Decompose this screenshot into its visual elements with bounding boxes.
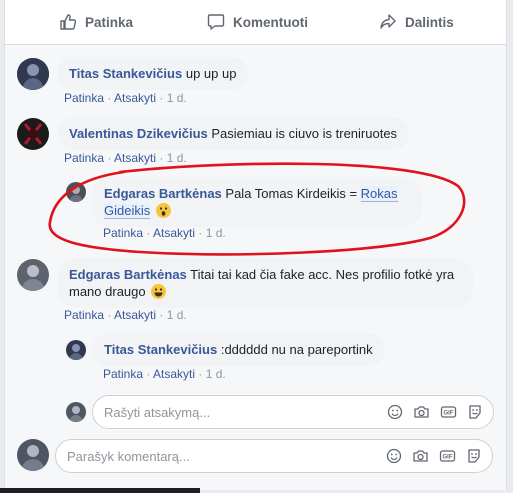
svg-text:GIF: GIF xyxy=(443,455,453,461)
share-icon xyxy=(380,14,396,29)
comment-text: Titai tai kad čia fake acc. Nes profilio… xyxy=(190,267,455,282)
comment-like-link[interactable]: Patinka xyxy=(64,91,104,105)
comment-meta: Patinka · Atsakyti · 1 d. xyxy=(103,367,226,381)
commenter-name[interactable]: Titas Stankevičius xyxy=(69,66,182,81)
current-user-avatar xyxy=(66,402,86,422)
comment-input[interactable]: Parašyk komentarą... GIF xyxy=(55,439,493,473)
reply-input[interactable]: Rašyti atsakymą... GIF xyxy=(92,395,494,429)
current-user-avatar xyxy=(17,439,49,471)
comment-meta: Patinka · Atsakyti · 1 d. xyxy=(64,151,187,165)
commenter-name[interactable]: Edgaras Bartkėnas xyxy=(69,267,187,282)
sticker-icon[interactable] xyxy=(467,404,483,420)
comment-label: Komentuoti xyxy=(233,14,308,30)
comment-meta: Patinka · Atsakyti · 1 d. xyxy=(64,91,187,105)
reply-input-placeholder: Rašyti atsakymą... xyxy=(104,404,211,420)
comment-reply-link[interactable]: Atsakyti xyxy=(153,226,195,240)
commenter-name[interactable]: Edgaras Bartkėnas xyxy=(104,186,222,201)
comments-section: Titas Stankevičius up up up Patinka · At… xyxy=(5,45,506,490)
avatar[interactable] xyxy=(17,58,49,90)
taskbar-edge xyxy=(0,488,200,493)
comment-bubble: Titas Stankevičius up up up xyxy=(57,57,249,90)
tagged-person[interactable]: Rokas xyxy=(360,186,398,202)
comment-time[interactable]: 1 d. xyxy=(167,151,187,165)
comment-text: up up up xyxy=(185,66,237,81)
post-card: Patinka Komentuoti Dalintis Titas Stanke… xyxy=(4,0,507,490)
comment-input-tools: GIF xyxy=(376,448,482,464)
comment-reply-link[interactable]: Atsakyti xyxy=(153,367,195,381)
comment-text: :dddddd nu na pareportink xyxy=(220,342,373,357)
camera-icon[interactable] xyxy=(412,448,429,464)
comment-text: Pasiemiau is ciuvo is treniruotes xyxy=(211,126,398,141)
comment-text: mano draugo xyxy=(69,284,146,299)
comment-time[interactable]: 1 d. xyxy=(167,91,187,105)
commenter-name[interactable]: Titas Stankevičius xyxy=(104,342,217,357)
reply-input-tools: GIF xyxy=(377,404,483,420)
comment-like-link[interactable]: Patinka xyxy=(64,308,104,322)
surprised-emoji-icon xyxy=(155,203,171,218)
share-label: Dalintis xyxy=(405,14,454,30)
grinning-emoji-icon xyxy=(151,284,167,299)
sticker-icon[interactable] xyxy=(466,448,482,464)
comment-bubble: Edgaras Bartkėnas Titai tai kad čia fake… xyxy=(57,258,473,308)
comment-button[interactable]: Komentuoti xyxy=(207,10,308,34)
comment-meta: Patinka · Atsakyti · 1 d. xyxy=(103,226,226,240)
avatar[interactable] xyxy=(66,182,86,202)
like-button[interactable]: Patinka xyxy=(59,10,133,34)
comment-time[interactable]: 1 d. xyxy=(206,367,226,381)
comment-reply-link[interactable]: Atsakyti xyxy=(114,308,156,322)
share-button[interactable]: Dalintis xyxy=(379,10,454,34)
avatar[interactable] xyxy=(66,340,86,360)
comment-input-placeholder: Parašyk komentarą... xyxy=(67,448,190,464)
avatar[interactable] xyxy=(17,259,49,291)
gif-icon[interactable]: GIF xyxy=(439,448,456,464)
comment-bubble: Valentinas Dzikevičius Pasiemiau is ciuv… xyxy=(57,117,410,150)
like-label: Patinka xyxy=(85,14,134,30)
comment-icon xyxy=(207,14,225,30)
comment-time[interactable]: 1 d. xyxy=(167,308,187,322)
camera-icon[interactable] xyxy=(413,404,430,420)
comment-like-link[interactable]: Patinka xyxy=(103,226,143,240)
avatar[interactable] xyxy=(17,118,49,150)
comment-like-link[interactable]: Patinka xyxy=(64,151,104,165)
comment-time[interactable]: 1 d. xyxy=(206,226,226,240)
comment-reply-link[interactable]: Atsakyti xyxy=(114,151,156,165)
commenter-name[interactable]: Valentinas Dzikevičius xyxy=(69,126,208,141)
gif-icon[interactable]: GIF xyxy=(440,404,457,420)
comment-like-link[interactable]: Patinka xyxy=(103,367,143,381)
comment-meta: Patinka · Atsakyti · 1 d. xyxy=(64,308,187,322)
reply-bubble: Edgaras Bartkėnas Pala Tomas Kirdeikis =… xyxy=(92,177,422,227)
tagged-person[interactable]: Gideikis xyxy=(104,203,151,219)
comment-text: Pala Tomas Kirdeikis = xyxy=(225,186,361,201)
svg-text:GIF: GIF xyxy=(444,411,454,417)
emoji-picker-icon[interactable] xyxy=(386,448,402,464)
comment-reply-link[interactable]: Atsakyti xyxy=(114,91,156,105)
post-action-bar: Patinka Komentuoti Dalintis xyxy=(5,0,506,45)
thumbs-up-icon xyxy=(60,14,77,30)
emoji-picker-icon[interactable] xyxy=(387,404,403,420)
reply-bubble: Titas Stankevičius :dddddd nu na parepor… xyxy=(92,333,385,366)
